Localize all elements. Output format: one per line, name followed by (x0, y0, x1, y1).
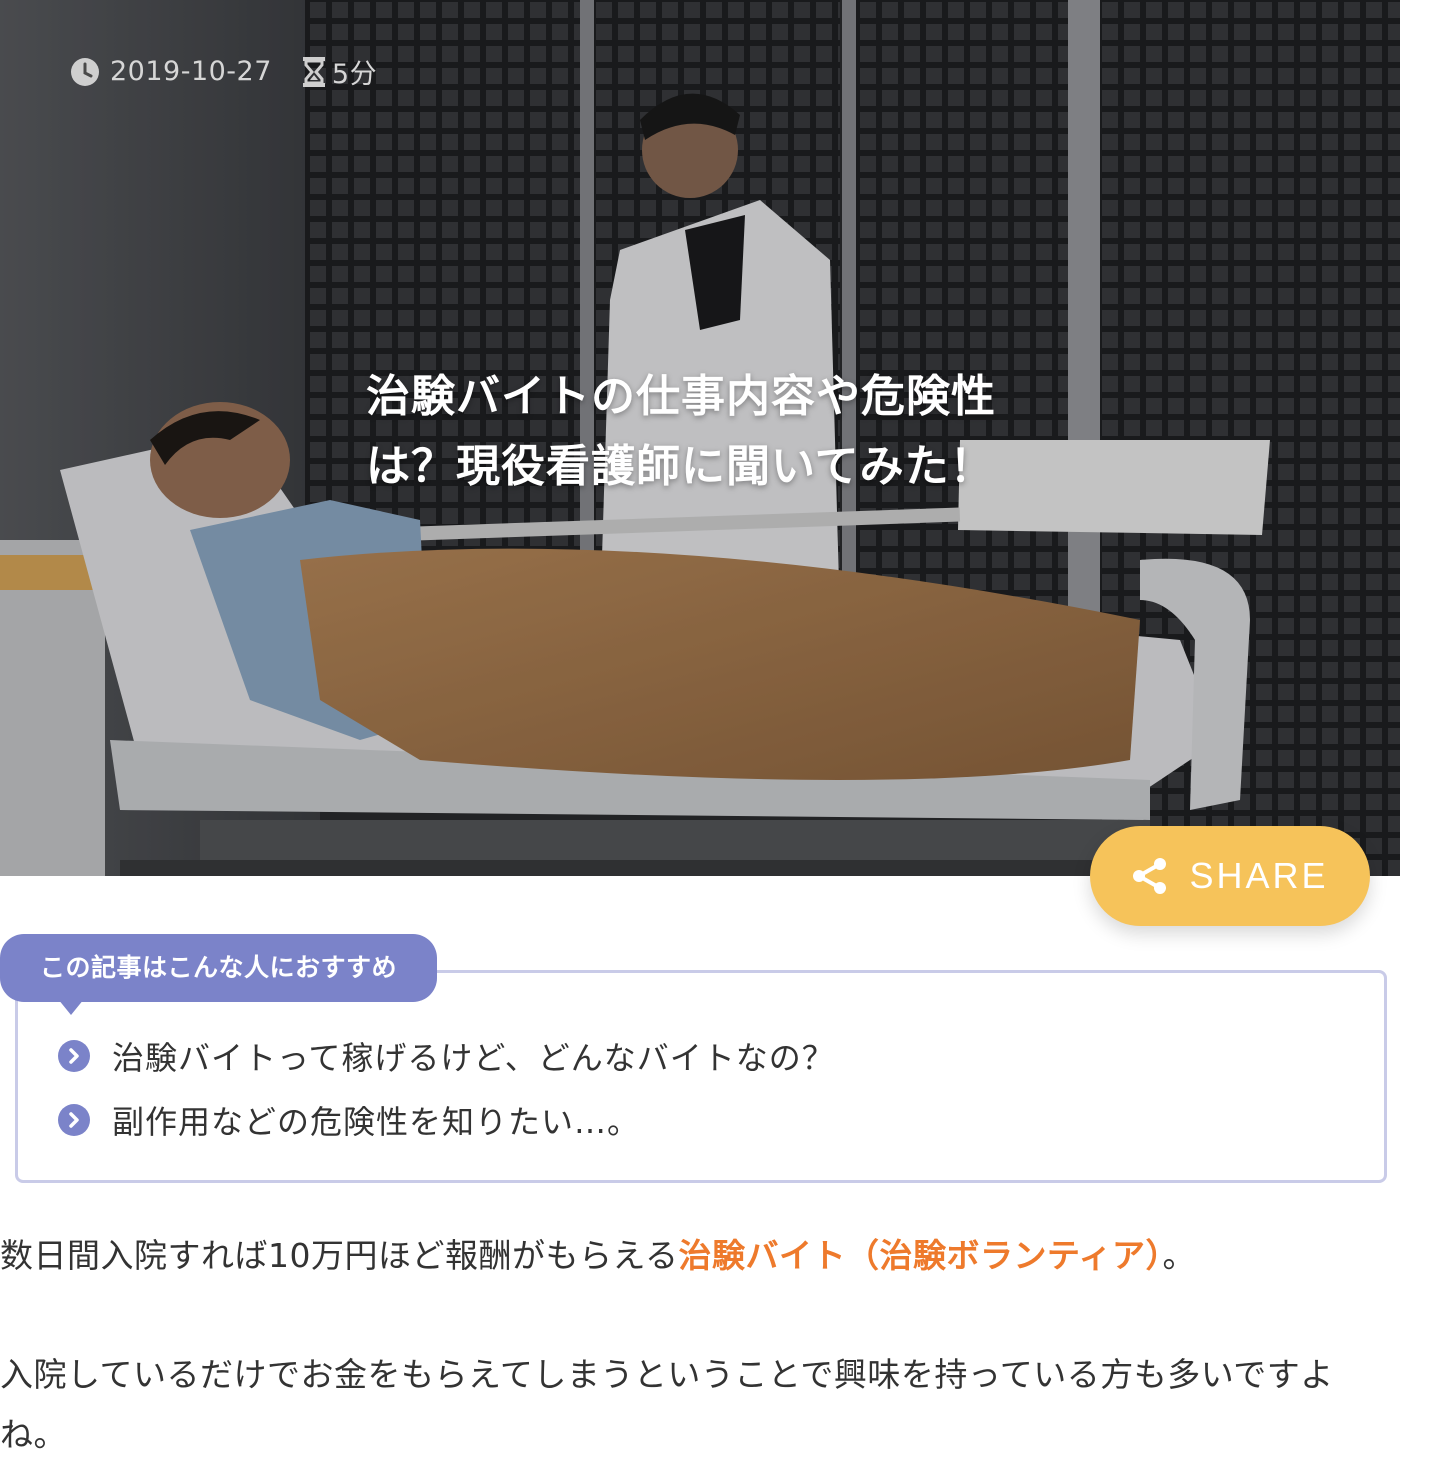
share-button[interactable]: SHARE (1090, 826, 1370, 926)
body-paragraph-2: 入院しているだけでお金をもらえてしまうということで興味を持っている方も多いですよ… (0, 1355, 1334, 1454)
article-meta: 2019-10-27 5分 (70, 52, 377, 91)
chevron-right-circle-icon (58, 1104, 90, 1136)
article-title-line-2: は？現役看護師に聞いてみた！ (366, 441, 995, 492)
list-item: 副作用などの危険性を知りたい…。 (58, 1088, 835, 1152)
list-item-text: 副作用などの危険性を知りたい…。 (112, 1103, 641, 1141)
paragraph-text: 。 (1162, 1236, 1197, 1275)
recommend-heading-tail (58, 999, 84, 1015)
publish-date: 2019-10-27 (110, 56, 272, 87)
share-button-label: SHARE (1189, 855, 1329, 896)
hourglass-icon (302, 56, 326, 87)
chevron-right-circle-icon (58, 1040, 90, 1072)
article-title: 治験バイトの仕事内容や危険性 は？現役看護師に聞いてみた！ (366, 362, 1066, 502)
clock-icon (70, 57, 100, 87)
hero-section: 2019-10-27 5分 治験バイトの仕事内容や危険性 は？現役看護師に聞いて… (0, 0, 1400, 876)
recommend-list: 治験バイトって稼げるけど、どんなバイトなの？ 副作用などの危険性を知りたい…。 (58, 1024, 835, 1152)
read-time: 5分 (331, 59, 378, 90)
share-icon (1131, 857, 1169, 895)
list-item: 治験バイトって稼げるけど、どんなバイトなの？ (58, 1024, 835, 1088)
list-item-text: 治験バイトって稼げるけど、どんなバイトなの？ (112, 1039, 835, 1077)
body-paragraph-1: 数日間入院すれば10万円ほど報酬がもらえる治験バイト（治験ボランティア）。 (0, 1226, 1390, 1286)
article-title-line-1: 治験バイトの仕事内容や危険性 (366, 371, 996, 422)
highlight-text: 治験バイト（治験ボランティア） (678, 1236, 1163, 1275)
paragraph-text: 数日間入院すれば10万円ほど報酬がもらえる (0, 1236, 679, 1275)
recommend-heading: この記事はこんな人におすすめ (0, 934, 438, 1002)
